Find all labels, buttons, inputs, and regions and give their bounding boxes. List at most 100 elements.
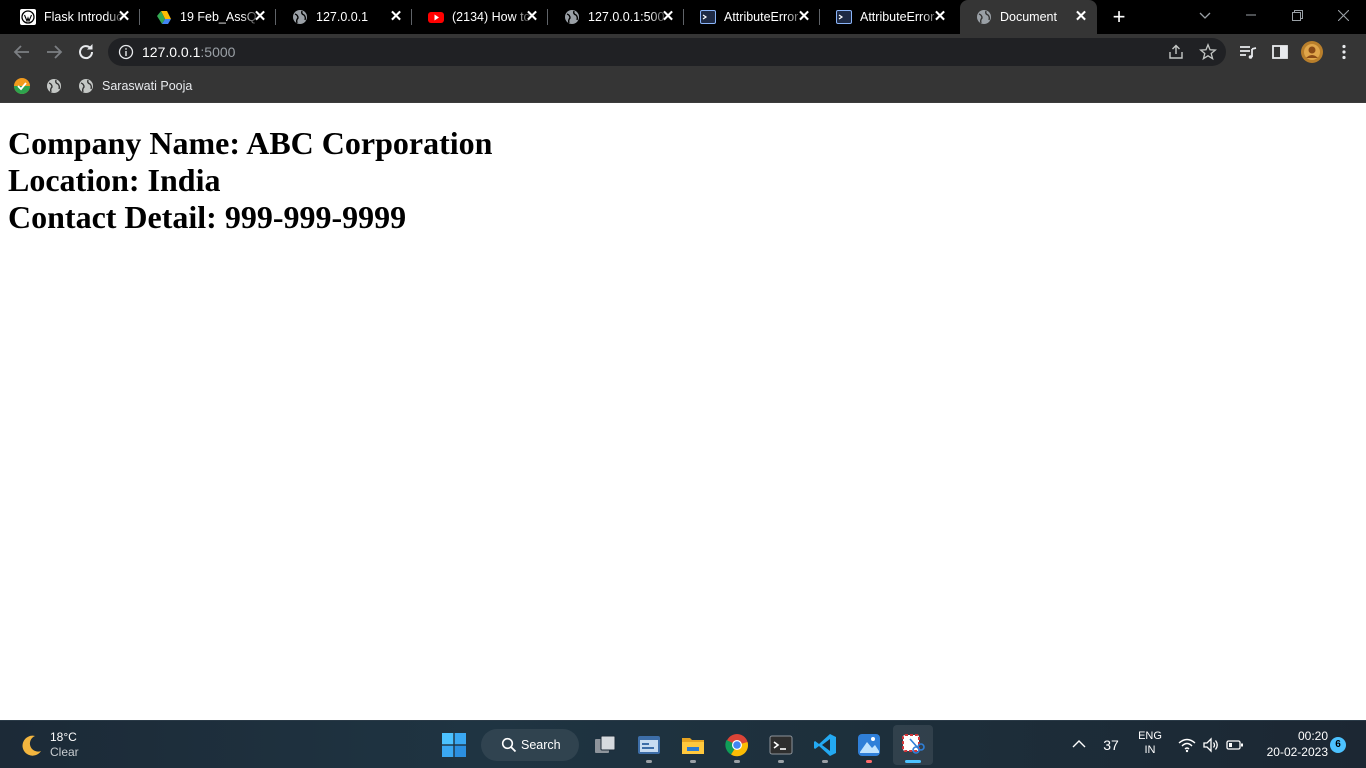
bookmark-saraswati-pooja[interactable]: Saraswati Pooja [78, 78, 192, 94]
company-name-heading: Company Name: ABC Corporation [8, 125, 493, 161]
start-button[interactable] [434, 725, 474, 765]
wordpress-icon [20, 9, 36, 25]
terminal-button[interactable] [761, 725, 801, 765]
running-indicator [734, 760, 740, 763]
globe-icon [79, 79, 93, 93]
battery-icon [1226, 740, 1243, 750]
youtube-icon [428, 12, 444, 23]
tab-title: 127.0.0.1 [316, 10, 369, 24]
bookmark-1[interactable] [14, 78, 30, 94]
snipping-tool-button[interactable] [893, 725, 933, 765]
new-tab-button[interactable]: + [1108, 6, 1130, 28]
tab-attributeerror-1[interactable]: AttributeError ✕ [684, 0, 820, 34]
reload-button[interactable] [74, 40, 98, 64]
windows-logo-icon [442, 733, 466, 757]
close-icon[interactable]: ✕ [660, 9, 676, 25]
close-icon[interactable]: ✕ [116, 9, 132, 25]
running-indicator [778, 760, 784, 763]
avatar [1301, 41, 1323, 63]
tab-localhost[interactable]: 127.0.0.1 ✕ [276, 0, 412, 34]
profile-avatar[interactable] [1300, 40, 1324, 64]
quick-settings-button[interactable] [1176, 733, 1246, 757]
tab-title: Flask Introduc [44, 10, 123, 24]
tray-counter[interactable]: 37 [1100, 737, 1122, 753]
clock[interactable]: 00:20 20-02-2023 [1256, 729, 1328, 759]
menu-button[interactable] [1332, 40, 1356, 64]
running-indicator [646, 760, 652, 763]
back-button[interactable] [10, 40, 34, 64]
taskbar-search[interactable]: Search [481, 729, 579, 761]
task-view-button[interactable] [585, 725, 625, 765]
page-viewport: Company Name: ABC Corporation Location: … [0, 103, 1366, 720]
tab-flask-introduction[interactable]: Flask Introduc ✕ [4, 0, 140, 34]
search-label: Search [521, 738, 561, 752]
close-icon [1337, 9, 1349, 22]
windows-taskbar: 18°C Clear Search 37 ENG IN 00:20 20-02-… [0, 720, 1366, 768]
globe-icon [47, 79, 61, 93]
weather-condition: Clear [50, 745, 79, 759]
vscode-icon [814, 734, 836, 756]
close-icon[interactable]: ✕ [796, 9, 812, 25]
page-content: Company Name: ABC Corporation Location: … [8, 125, 492, 236]
weather-temp: 18°C [50, 730, 77, 744]
reading-list-button[interactable] [1236, 40, 1260, 64]
tab-title: 127.0.0.1:500 [588, 10, 665, 24]
restore-icon [1291, 10, 1303, 21]
arrow-left-icon [13, 45, 29, 59]
tab-19-feb-assq[interactable]: 19 Feb_AssQ ✕ [140, 0, 276, 34]
running-indicator [905, 760, 921, 763]
chevron-down-icon [1199, 12, 1211, 19]
share-icon[interactable] [1167, 43, 1185, 61]
tab-localhost-5000[interactable]: 127.0.0.1:500 ✕ [548, 0, 684, 34]
language-indicator[interactable]: ENG IN [1134, 730, 1166, 756]
tab-title: 19 Feb_AssQ [180, 10, 257, 24]
bookmarks-bar: Saraswati Pooja [0, 70, 1366, 103]
file-explorer-button[interactable] [673, 725, 713, 765]
photos-button[interactable] [849, 725, 889, 765]
close-icon[interactable]: ✕ [932, 9, 948, 25]
close-icon[interactable]: ✕ [252, 9, 268, 25]
close-window-button[interactable] [1320, 0, 1366, 30]
reload-icon [79, 44, 94, 60]
close-icon[interactable]: ✕ [524, 9, 540, 25]
url-port: :5000 [200, 44, 236, 60]
url-text[interactable]: 127.0.0.1:5000 [142, 44, 235, 60]
check-badge-icon [14, 78, 30, 94]
vscode-button[interactable] [805, 725, 845, 765]
notification-badge[interactable]: 6 [1330, 737, 1346, 753]
forward-button[interactable] [42, 40, 66, 64]
terminal-icon [700, 10, 716, 24]
bookmark-2[interactable] [46, 78, 62, 94]
playlist-icon [1240, 46, 1257, 59]
tab-search-button[interactable] [1182, 0, 1228, 30]
chevron-up-icon [1072, 740, 1086, 748]
tab-attributeerror-2[interactable]: AttributeError ✕ [820, 0, 956, 34]
terminal-icon [769, 735, 793, 755]
weather-widget[interactable]: 18°C Clear [14, 727, 94, 763]
search-icon [501, 737, 517, 753]
running-indicator [690, 760, 696, 763]
task-view-icon [595, 735, 616, 753]
contact-detail-heading: Contact Detail: 999-999-9999 [8, 199, 407, 235]
chrome-button[interactable] [717, 725, 757, 765]
show-hidden-icons-button[interactable] [1070, 735, 1088, 753]
running-indicator [866, 760, 872, 763]
volume-icon [1203, 737, 1218, 753]
globe-icon [293, 10, 307, 24]
restore-button[interactable] [1274, 0, 1320, 30]
close-icon[interactable]: ✕ [388, 9, 404, 25]
arrow-right-icon [47, 45, 63, 59]
tab-youtube[interactable]: (2134) How to ✕ [412, 0, 548, 34]
minimize-button[interactable] [1228, 0, 1274, 30]
side-panel-button[interactable] [1268, 40, 1292, 64]
moon-icon [22, 735, 41, 756]
tab-document[interactable]: Document ✕ [960, 0, 1097, 34]
terminal-icon [836, 10, 852, 24]
close-icon[interactable]: ✕ [1073, 9, 1089, 25]
tab-title: AttributeError [724, 10, 799, 24]
star-icon[interactable] [1199, 43, 1217, 61]
tab-title: AttributeError [860, 10, 935, 24]
address-bar[interactable]: 127.0.0.1:5000 [108, 38, 1226, 66]
widgets-button[interactable] [629, 725, 669, 765]
globe-icon [565, 10, 579, 24]
